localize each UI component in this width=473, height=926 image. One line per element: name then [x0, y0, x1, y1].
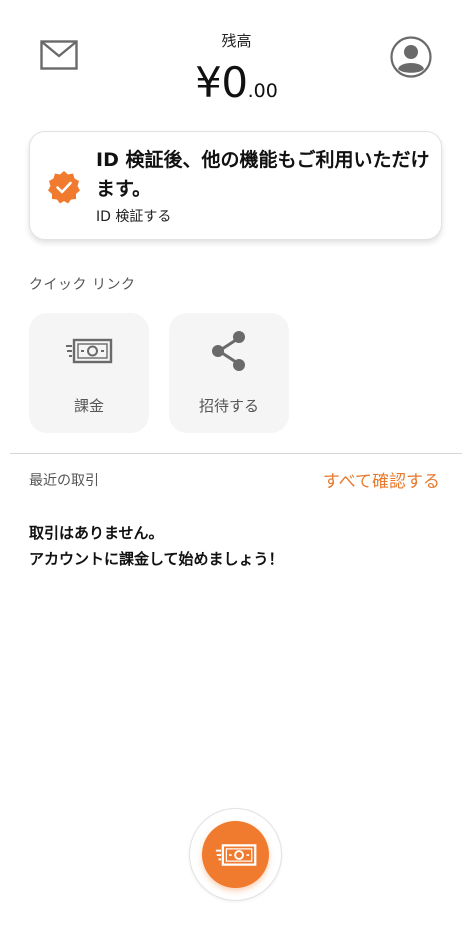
profile-button[interactable]: [390, 36, 432, 78]
quick-link-charge-label: 課金: [73, 397, 104, 415]
quick-links-title: クイック リンク: [29, 277, 136, 293]
money-icon: [215, 843, 256, 866]
verified-badge-icon: [48, 171, 80, 204]
empty-message-line1: 取引はありません。: [29, 524, 164, 542]
section-divider: [10, 453, 462, 454]
share-icon: [212, 331, 245, 371]
verify-id-link[interactable]: ID 検証する: [96, 206, 171, 226]
verify-card-title: ID 検証後、他の機能もご利用いただけます。: [96, 149, 430, 200]
quick-link-charge[interactable]: 課金: [29, 313, 149, 433]
balance-main: ¥0: [195, 58, 248, 107]
quick-link-invite-label: 招待する: [198, 397, 259, 415]
empty-transactions-message: 取引はありません。 アカウントに課金して始めましょう！: [29, 520, 284, 572]
see-all-link[interactable]: すべて確認する: [323, 467, 440, 492]
profile-icon: [390, 36, 432, 78]
quick-link-invite[interactable]: 招待する: [169, 313, 289, 433]
charge-fab-button[interactable]: [202, 821, 269, 888]
balance-decimal: .00: [247, 80, 278, 102]
recent-transactions-title: 最近の取引: [29, 473, 99, 489]
id-verify-card[interactable]: ID 検証後、他の機能もご利用いただけます。 ID 検証する: [29, 131, 442, 240]
money-icon: [66, 338, 113, 364]
empty-message-line2: アカウントに課金して始めましょう！: [29, 550, 284, 568]
